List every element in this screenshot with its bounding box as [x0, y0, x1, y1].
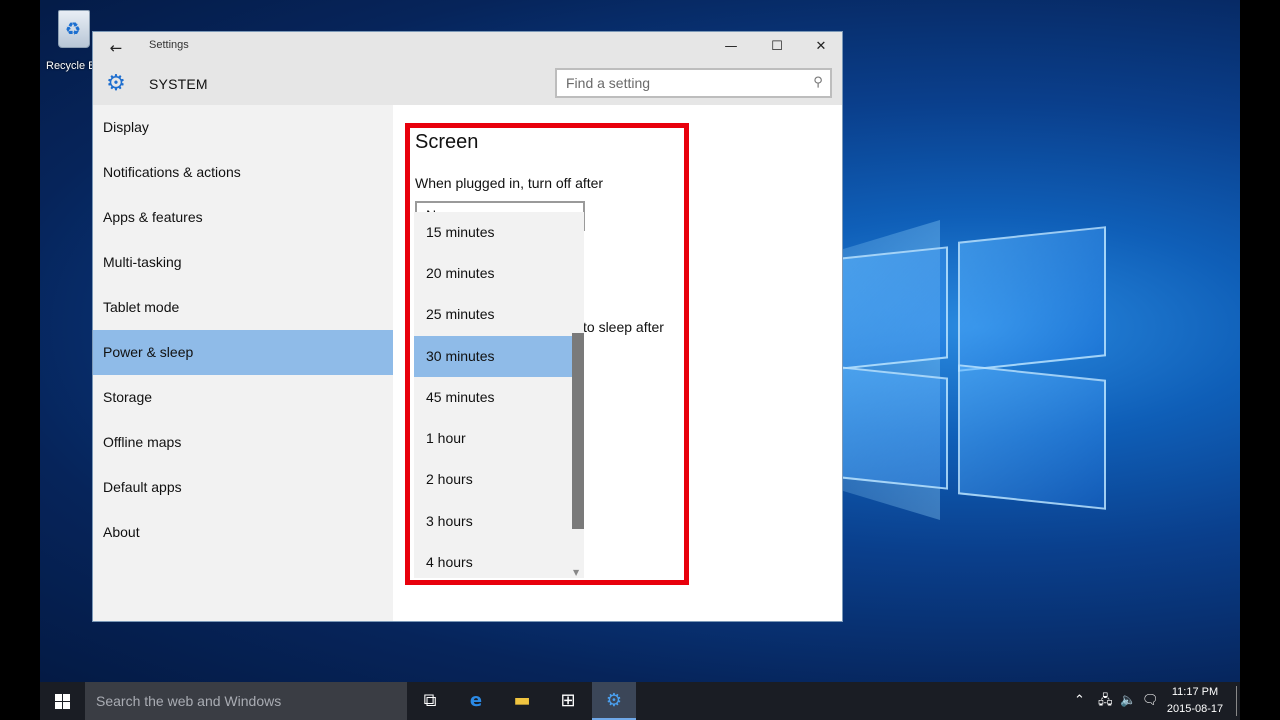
sidebar-item-notifications[interactable]: Notifications & actions: [93, 150, 393, 195]
back-button[interactable]: ←: [103, 36, 129, 60]
sidebar-item-multitasking[interactable]: Multi-tasking: [93, 240, 393, 285]
minimize-button[interactable]: —: [713, 36, 749, 58]
windows-icon: [55, 694, 62, 701]
highlight-rectangle: [405, 123, 689, 585]
clock-time: 11:17 PM: [1171, 686, 1219, 698]
start-button[interactable]: [40, 682, 84, 720]
section-title: SYSTEM: [149, 76, 208, 92]
clock[interactable]: 11:17 PM 2015-08-17: [1160, 684, 1230, 718]
show-hidden-icons-chevron-icon[interactable]: ⌃: [1074, 692, 1085, 710]
settings-app-icon[interactable]: ⚙: [592, 682, 636, 720]
windows-icon-part: [63, 694, 70, 701]
task-view-icon[interactable]: ⧉: [408, 682, 452, 720]
taskbar-search-placeholder: Search the web and Windows: [96, 693, 282, 709]
logo-pane-bottom-right: [958, 364, 1106, 510]
sidebar-item-about[interactable]: About: [93, 510, 393, 555]
logo-pane-top-left: [840, 246, 948, 370]
store-icon[interactable]: ⊞: [546, 682, 590, 720]
network-icon[interactable]: 🖧: [1098, 692, 1113, 710]
windows-icon-part: [63, 702, 70, 709]
letterbox-left: [0, 0, 40, 682]
maximize-button[interactable]: ☐: [759, 36, 795, 58]
sidebar: Display Notifications & actions Apps & f…: [93, 105, 393, 621]
volume-icon[interactable]: 🔈: [1120, 692, 1136, 710]
edge-browser-icon[interactable]: e: [454, 682, 498, 720]
taskbar: Search the web and Windows ⧉ e ▬ ⊞ ⚙ ⌃ 🖧…: [40, 682, 1240, 720]
windows-icon-part: [55, 702, 62, 709]
sidebar-item-tablet-mode[interactable]: Tablet mode: [93, 285, 393, 330]
clock-date: 2015-08-17: [1166, 703, 1224, 715]
window-title: Settings: [149, 39, 189, 51]
search-input[interactable]: [557, 70, 797, 96]
sidebar-item-power-sleep[interactable]: Power & sleep: [93, 330, 393, 375]
close-button[interactable]: ✕: [803, 36, 839, 58]
title-bar: ← Settings — ☐ ✕ ⚙ SYSTEM ⚲: [93, 32, 842, 105]
show-desktop-button[interactable]: [1236, 686, 1237, 716]
recycle-bin-graphic: [58, 10, 90, 48]
sidebar-item-apps[interactable]: Apps & features: [93, 195, 393, 240]
letterbox-right: [1240, 0, 1280, 682]
sidebar-item-storage[interactable]: Storage: [93, 375, 393, 420]
screen: Recycle Bin ← Settings — ☐ ✕ ⚙ SYSTEM ⚲ …: [0, 0, 1280, 720]
sidebar-item-offline-maps[interactable]: Offline maps: [93, 420, 393, 465]
sidebar-item-default-apps[interactable]: Default apps: [93, 465, 393, 510]
gear-icon: ⚙: [106, 71, 126, 96]
taskbar-search-box[interactable]: Search the web and Windows: [85, 682, 407, 720]
logo-pane-bottom-left: [840, 366, 948, 490]
sidebar-item-display[interactable]: Display: [93, 105, 393, 150]
search-icon[interactable]: ⚲: [809, 73, 827, 93]
logo-pane-top-right: [958, 226, 1106, 372]
file-explorer-icon[interactable]: ▬: [500, 682, 544, 720]
search-box[interactable]: ⚲: [555, 68, 832, 98]
action-center-icon[interactable]: 🗨: [1142, 692, 1159, 710]
